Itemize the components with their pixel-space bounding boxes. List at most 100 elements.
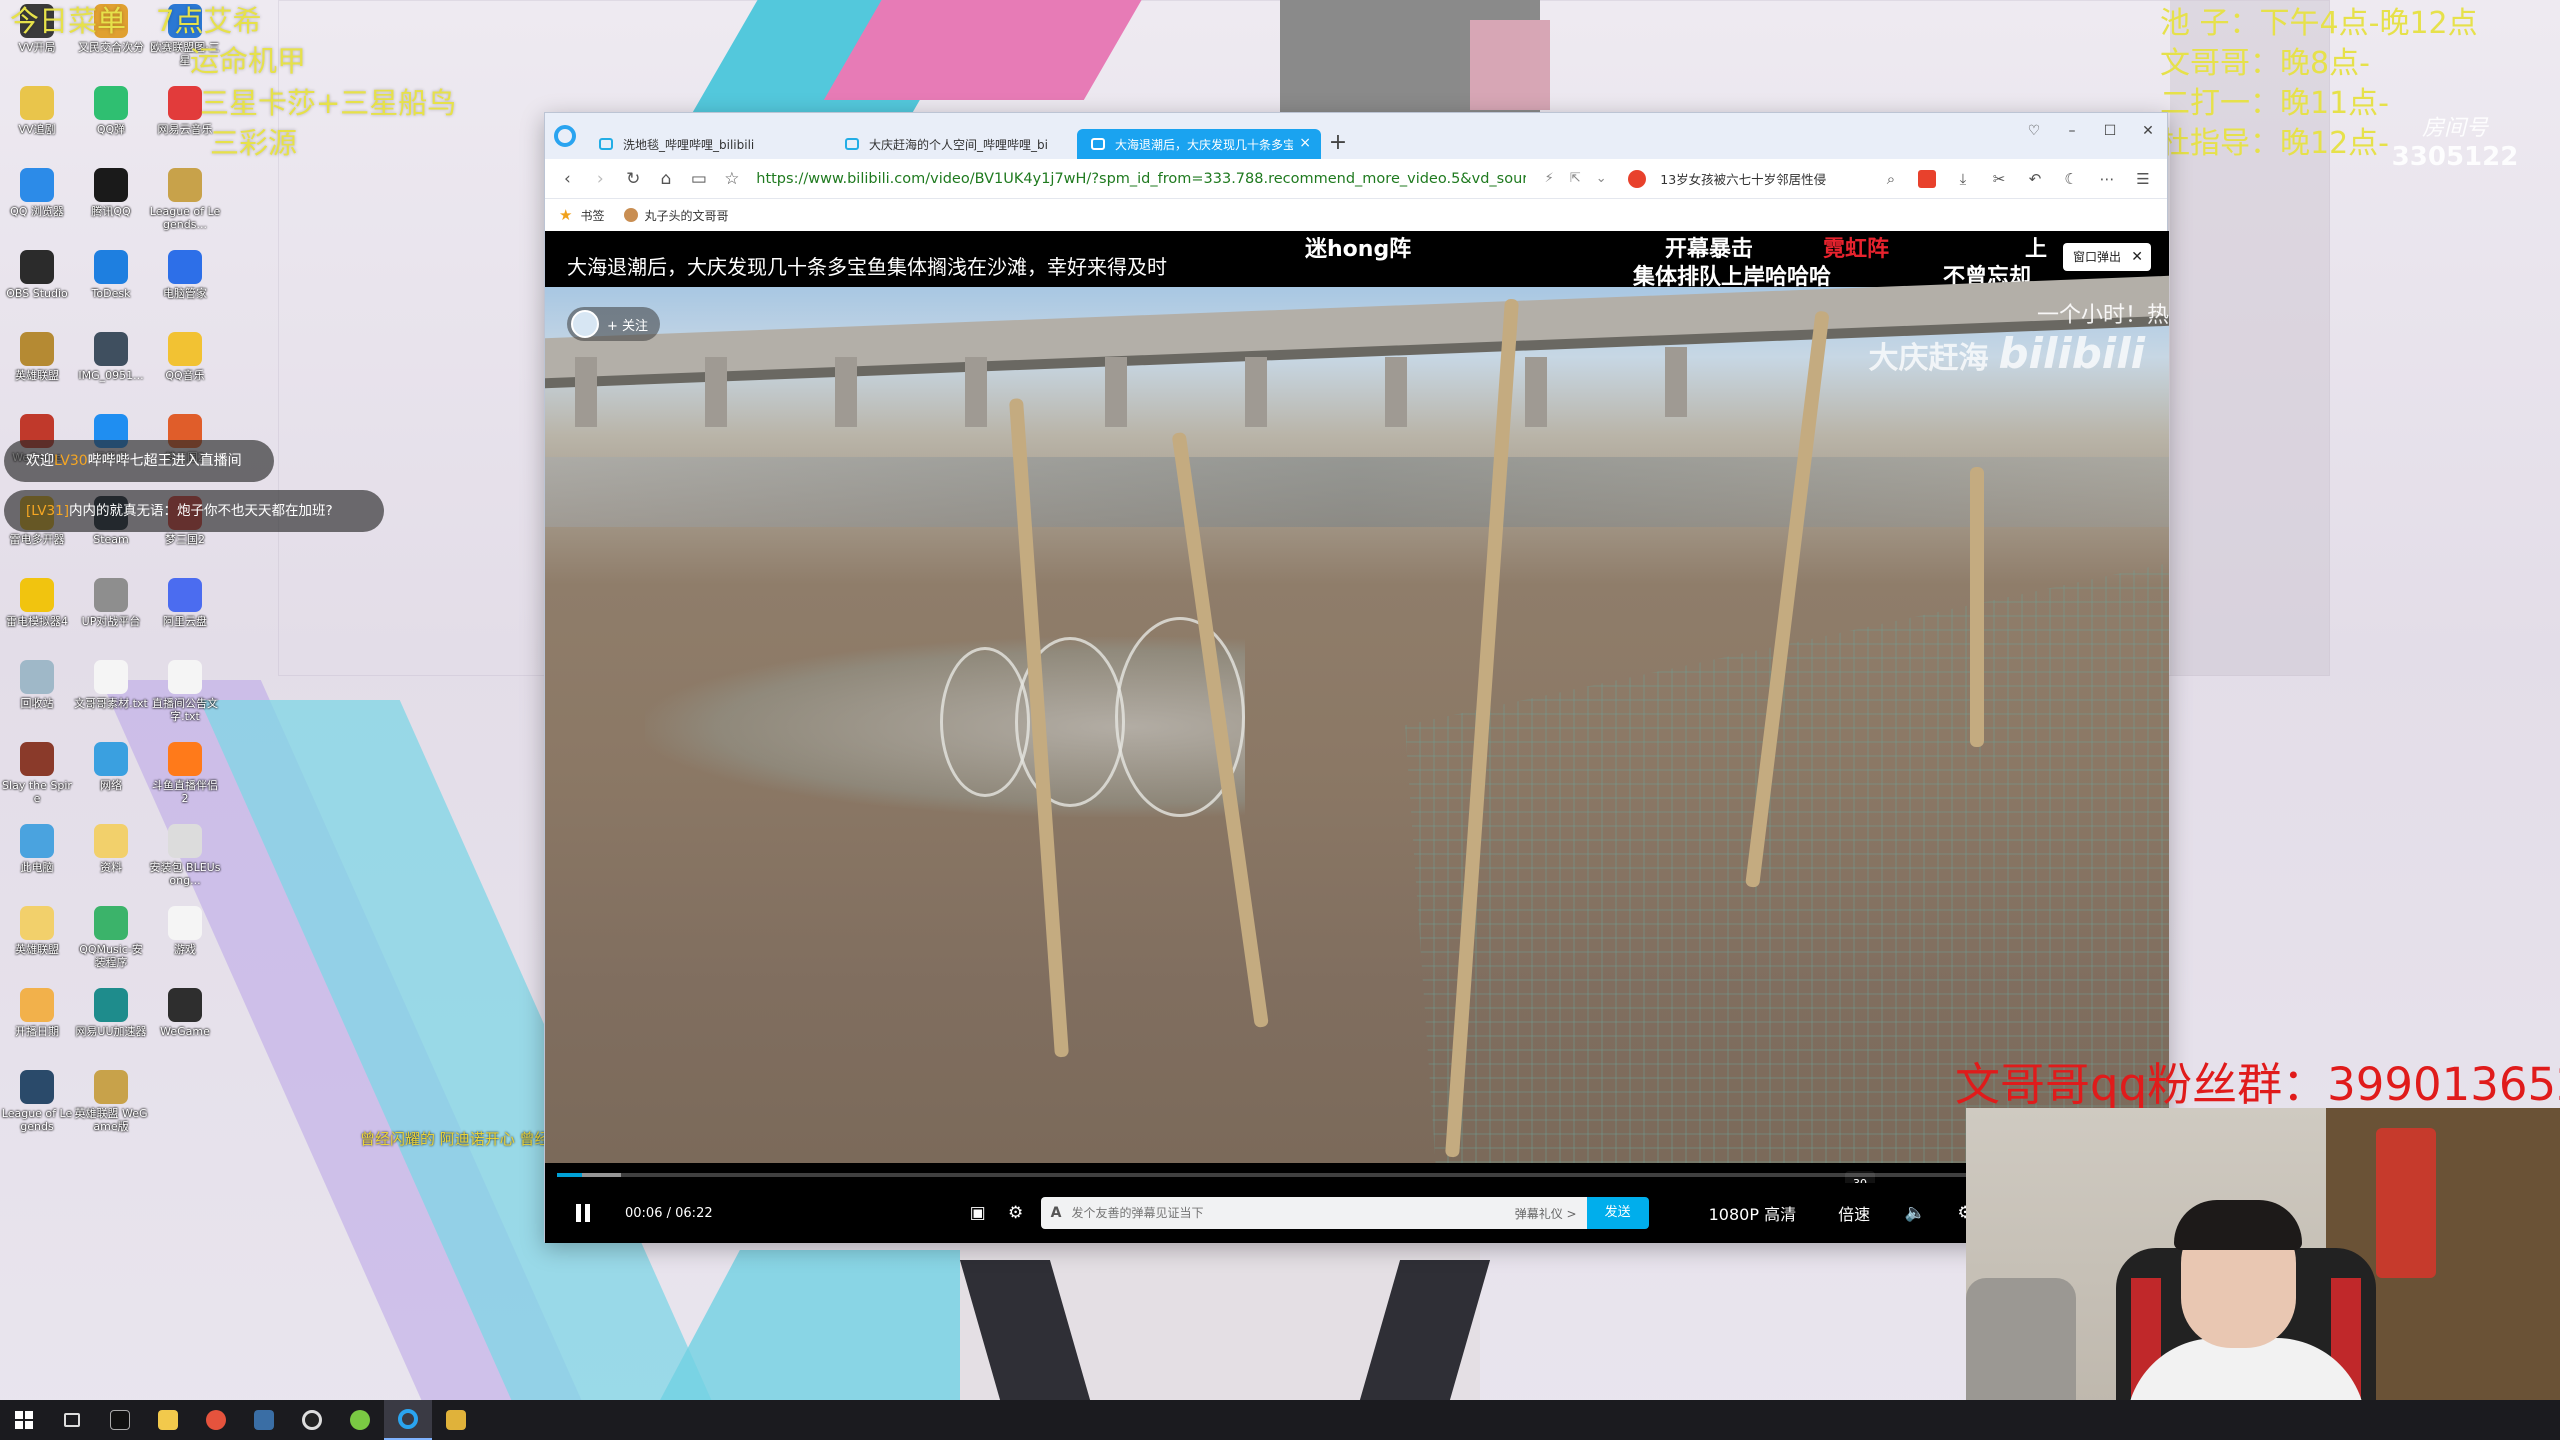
desktop-icon[interactable]: 英雄联盟 WeGame版 xyxy=(74,1066,148,1144)
chevron-down-icon[interactable]: ⌄ xyxy=(1588,166,1614,192)
taskbar-app-icon[interactable] xyxy=(192,1400,240,1440)
download-icon[interactable]: ⤓ xyxy=(1945,164,1981,194)
share-icon[interactable]: ⇱ xyxy=(1562,166,1588,192)
danmaku-style-icon[interactable]: A xyxy=(1051,1205,1062,1221)
desktop-icon[interactable]: QQ音乐 xyxy=(148,328,222,406)
desktop-icon[interactable]: VV追剧 xyxy=(0,82,74,160)
close-button[interactable]: ✕ xyxy=(2129,113,2167,149)
bookmark-label: 书签 xyxy=(580,208,605,223)
desktop-icon[interactable]: 腾讯QQ xyxy=(74,164,148,242)
lightning-icon[interactable]: ⚡ xyxy=(1536,166,1562,192)
search-box[interactable]: 13岁女孩被六七十岁邻居性侵 xyxy=(1628,166,1873,192)
tab-close-icon[interactable]: × xyxy=(1299,135,1311,151)
night-mode-icon[interactable]: ☾ xyxy=(2053,164,2089,194)
close-icon[interactable]: ✕ xyxy=(2131,243,2143,271)
quality-button[interactable]: 1080P 高清 xyxy=(1709,1201,1796,1225)
shirt-skin-icon[interactable]: ♡ xyxy=(2015,113,2053,149)
desktop-icon[interactable]: OBS Studio xyxy=(0,246,74,324)
video-frame[interactable]: + 关注 一个小时！热 大庆赶海 bilibili xyxy=(545,275,2169,1163)
desktop-icon[interactable]: 安装包 BLEUsong... xyxy=(148,820,222,898)
video-player[interactable]: 大海退潮后，大庆发现几十条多宝鱼集体搁浅在沙滩，幸好来得及时 迷hong阵 开幕… xyxy=(545,231,2169,1243)
desktop-icon-label: QQ音乐 xyxy=(165,369,205,382)
forward-icon[interactable]: › xyxy=(584,164,617,194)
scissors-icon[interactable]: ✂ xyxy=(1981,164,2017,194)
taskbar-app-icon[interactable] xyxy=(240,1400,288,1440)
desktop-icon[interactable]: UP对战平台 xyxy=(74,574,148,652)
tab-daqing-space[interactable]: 大庆赶海的个人空间_哔哩哔哩_bilibili xyxy=(831,129,1075,159)
desktop-icon[interactable]: 回收站 xyxy=(0,656,74,734)
send-button[interactable]: 发送 xyxy=(1586,1197,1649,1229)
desktop-icon[interactable]: 文哥哥素材.txt xyxy=(74,656,148,734)
undo-icon[interactable]: ↶ xyxy=(2017,164,2053,194)
bookmark-star-icon[interactable]: ☆ xyxy=(715,164,748,194)
chat-message: [LV31]内内的就真无语：炮子你不也天天都在加班? xyxy=(4,490,384,532)
progress-bar[interactable] xyxy=(557,1173,2157,1177)
browser-taskbar-icon[interactable] xyxy=(384,1400,432,1440)
address-bar[interactable] xyxy=(756,165,1527,192)
video-bamboo-pole xyxy=(1970,467,1984,747)
desktop-icon[interactable]: 英雄联盟 xyxy=(0,902,74,980)
desktop-icon[interactable]: 网易UU加速器 xyxy=(74,984,148,1062)
start-button[interactable] xyxy=(0,1400,48,1440)
browser-logo-icon[interactable] xyxy=(545,113,585,159)
volume-icon[interactable]: 🔈 xyxy=(1896,1203,1934,1223)
speed-button[interactable]: 倍速 xyxy=(1838,1201,1870,1225)
desktop-icon[interactable]: IMG_0951... xyxy=(74,328,148,406)
taskbar-app-icon[interactable] xyxy=(96,1400,144,1440)
taskbar-app-icon[interactable] xyxy=(432,1400,480,1440)
desktop-icon[interactable]: 直播间公告文字.txt xyxy=(148,656,222,734)
tab-current-video[interactable]: 大海退潮后，大庆发现几十条多宝鱼 × xyxy=(1077,129,1321,159)
desktop-icon-label: 回收站 xyxy=(20,697,54,710)
reload-icon[interactable]: ↻ xyxy=(617,164,650,194)
bookmark-item[interactable]: 丸子头的文哥哥 xyxy=(624,207,728,224)
desktop-icon-label: QQ弹 xyxy=(96,123,126,136)
room-number: 3305122 xyxy=(2391,142,2519,172)
desktop-icon[interactable]: League of Legends xyxy=(0,1066,74,1144)
task-view-icon[interactable] xyxy=(48,1400,96,1440)
desktop-icon[interactable]: 阿里云盘 xyxy=(148,574,222,652)
desktop-icon[interactable]: QQ弹 xyxy=(74,82,148,160)
desktop-icon[interactable]: 雷电模拟器4 xyxy=(0,574,74,652)
chat-text: 哔哔哔七超王进入直播间 xyxy=(87,453,242,469)
desktop-icon[interactable]: 游戏 xyxy=(148,902,222,980)
new-tab-button[interactable]: + xyxy=(1323,129,1353,159)
desktop-icon[interactable]: 资料 xyxy=(74,820,148,898)
desktop-icon[interactable]: WeGame xyxy=(148,984,222,1062)
maximize-button[interactable]: ☐ xyxy=(2091,113,2129,149)
extension-icon[interactable] xyxy=(1909,164,1945,194)
app-icon xyxy=(168,742,202,776)
search-icon[interactable]: ⌕ xyxy=(1873,164,1909,194)
bookmark-item[interactable]: ★ 书签 xyxy=(559,206,604,224)
back-icon[interactable]: ‹ xyxy=(551,164,584,194)
danmaku-settings-icon[interactable]: ⚙ xyxy=(997,1203,1035,1223)
taskbar-app-icon[interactable] xyxy=(336,1400,384,1440)
desktop-icon[interactable]: 此电脑 xyxy=(0,820,74,898)
desktop-icon[interactable]: QQMusic-安装程序 xyxy=(74,902,148,980)
file-explorer-icon[interactable] xyxy=(144,1400,192,1440)
menu-icon[interactable]: ☰ xyxy=(2125,164,2161,194)
minimize-button[interactable]: – xyxy=(2053,113,2091,149)
danmaku-etiquette-link[interactable]: 弹幕礼仪 > xyxy=(1515,1205,1577,1222)
desktop-icon[interactable]: 电脑管家 xyxy=(148,246,222,324)
search-engine-icon[interactable] xyxy=(1628,169,1647,188)
pause-button[interactable] xyxy=(555,1183,611,1243)
desktop-icon[interactable]: 斗鱼直播伴侣 2 xyxy=(148,738,222,816)
obs-icon[interactable] xyxy=(288,1400,336,1440)
desktop-icon[interactable]: QQ 浏览器 xyxy=(0,164,74,242)
desktop-icon[interactable]: 英雄联盟 xyxy=(0,328,74,406)
popout-window-button[interactable]: 窗口弹出 ✕ xyxy=(2063,243,2151,271)
desktop-icon-grid: VV开局 又民交合次分 欧赛联盟图·三星 VV追剧 QQ弹 网易云音乐 QQ 浏览器 腾讯QQ… xyxy=(0,0,260,1395)
home-icon[interactable]: ⌂ xyxy=(650,164,683,194)
reader-icon[interactable]: ▭ xyxy=(683,164,716,194)
desktop-icon[interactable]: 网络 xyxy=(74,738,148,816)
desktop-icon-label: 开播日期 xyxy=(15,1025,59,1038)
uploader-follow[interactable]: + 关注 xyxy=(567,307,661,341)
desktop-icon[interactable]: ToDesk xyxy=(74,246,148,324)
desktop-icon[interactable]: 开播日期 xyxy=(0,984,74,1062)
desktop-icon[interactable]: League of Legends... xyxy=(148,164,222,242)
danmaku-toggle-icon[interactable]: ▣ xyxy=(959,1203,997,1223)
desktop-icon[interactable]: Slay the Spire xyxy=(0,738,74,816)
danmaku-input[interactable] xyxy=(1071,1198,1515,1228)
more-icon[interactable]: ⋯ xyxy=(2089,164,2125,194)
tab-xiditan[interactable]: 洗地毯_哔哩哔哩_bilibili xyxy=(585,129,829,159)
